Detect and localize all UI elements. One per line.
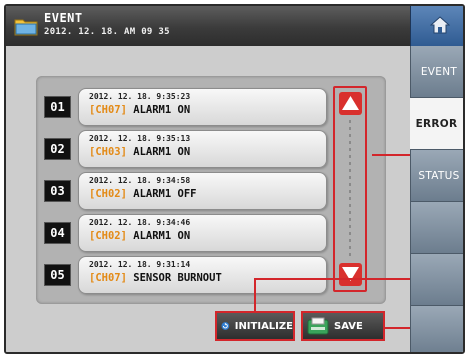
folder-icon bbox=[14, 19, 38, 36]
event-channel: [CH03] bbox=[89, 146, 127, 158]
callout-line bbox=[385, 327, 410, 329]
event-channel: [CH07] bbox=[89, 104, 127, 116]
event-bubble[interactable]: 2012. 12. 18. 9:35:23 [CH07] ALARM1 ON bbox=[78, 88, 327, 126]
list-item[interactable]: 05 2012. 12. 18. 9:31:14 [CH07] SENSOR B… bbox=[44, 256, 327, 294]
event-bubble[interactable]: 2012. 12. 18. 9:34:46 [CH02] ALARM1 ON bbox=[78, 214, 327, 252]
event-message: ALARM1 ON bbox=[133, 230, 191, 242]
save-label: SAVE bbox=[334, 320, 363, 332]
refresh-icon bbox=[221, 322, 230, 330]
home-icon bbox=[430, 16, 450, 34]
initialize-label: INITIALIZE bbox=[234, 320, 293, 332]
list-item[interactable]: 01 2012. 12. 18. 9:35:23 [CH07] ALARM1 O… bbox=[44, 88, 327, 126]
tab-event[interactable]: EVENT bbox=[410, 46, 463, 98]
event-timestamp: 2012. 12. 18. 9:34:58 bbox=[89, 176, 191, 185]
event-timestamp: 2012. 12. 18. 9:34:46 bbox=[89, 218, 191, 227]
device-screen: EVENT 2012. 12. 18. AM 09 35 EVENT ERROR… bbox=[4, 4, 465, 354]
scroll-up-button[interactable] bbox=[339, 92, 362, 115]
row-index: 02 bbox=[44, 138, 71, 160]
header-bar: EVENT 2012. 12. 18. AM 09 35 bbox=[6, 6, 410, 46]
event-channel: [CH02] bbox=[89, 188, 127, 200]
callout-line bbox=[254, 278, 256, 311]
event-channel: [CH07] bbox=[89, 272, 127, 284]
scroll-track[interactable] bbox=[349, 120, 351, 256]
list-item[interactable]: 02 2012. 12. 18. 9:35:13 [CH03] ALARM1 O… bbox=[44, 130, 327, 168]
home-button[interactable] bbox=[410, 6, 463, 46]
event-message: SENSOR BURNOUT bbox=[133, 272, 222, 284]
tab-empty-1[interactable] bbox=[410, 202, 463, 254]
row-index: 04 bbox=[44, 222, 71, 244]
event-message: ALARM1 ON bbox=[133, 146, 191, 158]
list-item[interactable]: 03 2012. 12. 18. 9:34:58 [CH02] ALARM1 O… bbox=[44, 172, 327, 210]
event-timestamp: 2012. 12. 18. 9:35:23 bbox=[89, 92, 191, 101]
event-list-panel: 01 2012. 12. 18. 9:35:23 [CH07] ALARM1 O… bbox=[36, 76, 386, 304]
page-title: EVENT bbox=[44, 11, 83, 25]
tab-status[interactable]: STATUS bbox=[410, 150, 463, 202]
event-message: ALARM1 ON bbox=[133, 104, 191, 116]
header-datetime: 2012. 12. 18. AM 09 35 bbox=[44, 27, 170, 37]
arrow-up-icon bbox=[342, 96, 359, 110]
event-bubble[interactable]: 2012. 12. 18. 9:31:14 [CH07] SENSOR BURN… bbox=[78, 256, 327, 294]
event-bubble[interactable]: 2012. 12. 18. 9:34:58 [CH02] ALARM1 OFF bbox=[78, 172, 327, 210]
event-message: ALARM1 OFF bbox=[133, 188, 197, 200]
tab-empty-2[interactable] bbox=[410, 254, 463, 306]
initialize-button[interactable]: INITIALIZE bbox=[215, 311, 295, 341]
row-index: 03 bbox=[44, 180, 71, 202]
tab-error[interactable]: ERROR bbox=[406, 98, 463, 150]
sidebar: EVENT ERROR STATUS bbox=[406, 46, 463, 352]
scroll-down-button[interactable] bbox=[339, 263, 362, 286]
event-timestamp: 2012. 12. 18. 9:35:13 bbox=[89, 134, 191, 143]
event-bubble[interactable]: 2012. 12. 18. 9:35:13 [CH03] ALARM1 ON bbox=[78, 130, 327, 168]
row-index: 01 bbox=[44, 96, 71, 118]
row-index: 05 bbox=[44, 264, 71, 286]
event-timestamp: 2012. 12. 18. 9:31:14 bbox=[89, 260, 191, 269]
tab-empty-3[interactable] bbox=[410, 306, 463, 352]
event-channel: [CH02] bbox=[89, 230, 127, 242]
save-button[interactable]: SAVE bbox=[301, 311, 385, 341]
callout-line bbox=[372, 154, 410, 156]
save-icon bbox=[307, 317, 329, 335]
list-item[interactable]: 04 2012. 12. 18. 9:34:46 [CH02] ALARM1 O… bbox=[44, 214, 327, 252]
callout-line bbox=[254, 278, 410, 280]
main-content: 01 2012. 12. 18. 9:35:23 [CH07] ALARM1 O… bbox=[6, 46, 410, 352]
scrollbar[interactable] bbox=[333, 86, 367, 292]
